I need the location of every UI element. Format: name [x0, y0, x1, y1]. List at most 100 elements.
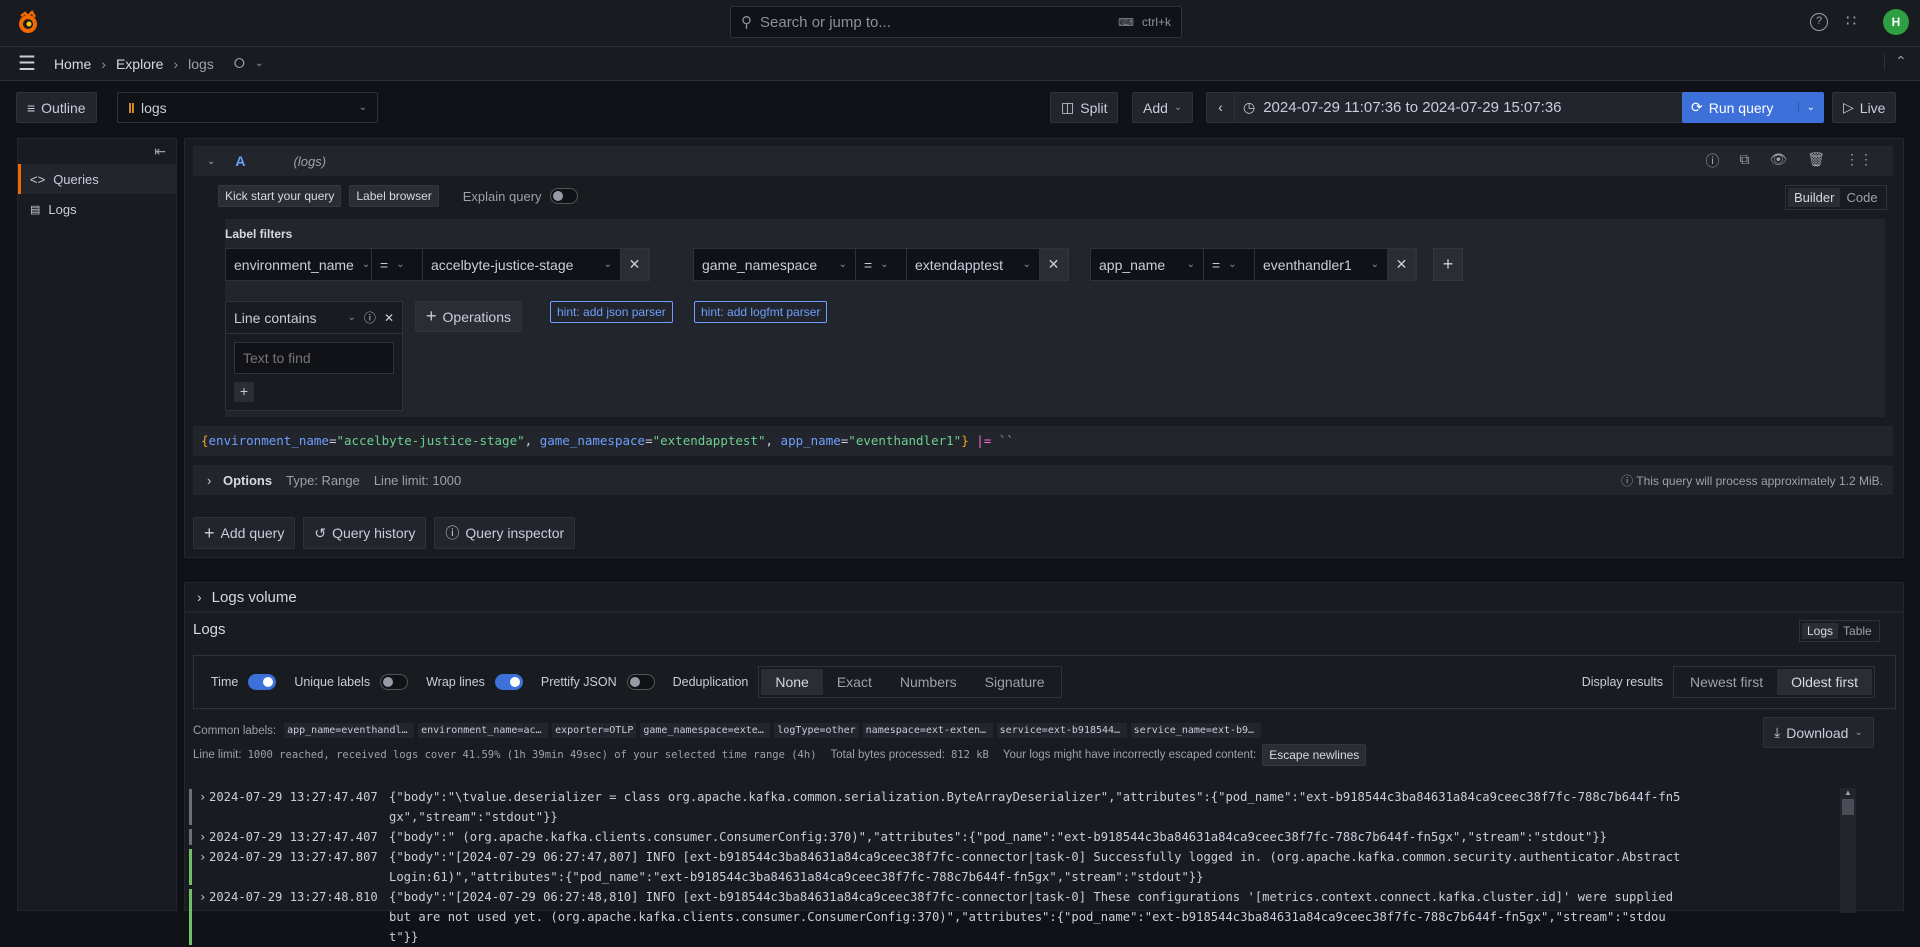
- add-button[interactable]: Add ⌄: [1132, 92, 1194, 123]
- label-chip: environment_name=accelbyte-just…: [418, 723, 549, 738]
- live-button[interactable]: ▷ Live: [1832, 92, 1897, 123]
- info-icon: ⓘ: [445, 525, 460, 541]
- search-input[interactable]: ⚲ Search or jump to... ⌨ ctrl+k: [730, 6, 1182, 38]
- label-chip: exporter=OTLP: [552, 723, 637, 738]
- drag-handle-icon[interactable]: ⋮⋮: [1845, 151, 1873, 171]
- remove-filter-button[interactable]: ✕: [1388, 249, 1416, 280]
- explain-query-toggle[interactable]: [549, 188, 578, 204]
- add-query-button[interactable]: + Add query: [193, 517, 296, 549]
- label-select[interactable]: environment_name ⌄: [226, 249, 372, 280]
- query-editor-panel: ⌄ A (logs) ⓘ ⧉ 👁︎ 🗑︎ ⋮⋮ Kick start your …: [184, 138, 1904, 558]
- wrap-lines-toggle[interactable]: [494, 674, 523, 690]
- dedup-none[interactable]: None: [761, 669, 823, 695]
- info-icon[interactable]: ⓘ: [364, 309, 376, 326]
- download-button[interactable]: ⤓ Download ⌄: [1763, 717, 1874, 748]
- collapse-icon[interactable]: ⌄: [207, 156, 215, 167]
- escape-newlines-button[interactable]: Escape newlines: [1262, 744, 1367, 766]
- logs-volume-toggle[interactable]: › Logs volume: [185, 583, 1903, 613]
- dedup-exact[interactable]: Exact: [823, 669, 886, 695]
- newest-first[interactable]: Newest first: [1676, 669, 1777, 695]
- query-history-button[interactable]: ↺ Query history: [303, 517, 427, 549]
- tab-table[interactable]: Table: [1838, 623, 1877, 639]
- query-inspector-button[interactable]: ⓘ Query inspector: [434, 517, 576, 549]
- add-filter-button[interactable]: +: [1433, 248, 1463, 281]
- eye-icon[interactable]: 👁︎: [1769, 151, 1787, 171]
- time-back-button[interactable]: ‹: [1207, 92, 1235, 123]
- duplicate-icon[interactable]: ⧉: [1739, 151, 1749, 171]
- chevron-right-icon: ›: [101, 55, 106, 72]
- kick-start-button[interactable]: Kick start your query: [218, 185, 342, 207]
- query-letter[interactable]: A: [235, 153, 245, 169]
- chevron-down-icon[interactable]: ⌄: [255, 58, 263, 69]
- log-message: {"body":"[2024-07-29 06:27:48,810] INFO …: [389, 890, 1674, 944]
- trash-icon[interactable]: 🗑︎: [1807, 151, 1825, 171]
- label-select[interactable]: game_namespace ⌄: [694, 249, 856, 280]
- user-avatar[interactable]: H: [1883, 9, 1909, 35]
- remove-filter-button[interactable]: ✕: [621, 249, 649, 280]
- menu-icon[interactable]: ☰: [18, 51, 36, 76]
- breadcrumb-home[interactable]: Home: [54, 56, 91, 72]
- sidebar-item-logs[interactable]: ▤ Logs: [18, 194, 176, 224]
- collapse-header-icon[interactable]: ⌃: [1884, 53, 1907, 70]
- split-button[interactable]: ◫ Split: [1050, 92, 1119, 123]
- tab-logs[interactable]: Logs: [1802, 623, 1839, 639]
- text-to-find-input[interactable]: [234, 342, 394, 374]
- help-icon[interactable]: ?: [1810, 13, 1828, 31]
- dedup-signature[interactable]: Signature: [971, 669, 1059, 695]
- label-browser-button[interactable]: Label browser: [349, 185, 439, 207]
- operator-select[interactable]: = ⌄: [856, 249, 907, 280]
- play-icon: ▷: [1843, 99, 1854, 115]
- operator-select[interactable]: = ⌄: [372, 249, 423, 280]
- chevron-down-icon: ⌄: [880, 259, 889, 270]
- chevron-down-icon[interactable]: ⌄: [348, 312, 356, 323]
- close-icon[interactable]: ✕: [384, 311, 394, 325]
- sidebar-item-queries[interactable]: <> Queries: [18, 164, 176, 194]
- log-row[interactable]: 2024-07-29 13:27:47.807{"body":"[2024-07…: [185, 847, 1885, 887]
- label-select[interactable]: app_name ⌄: [1091, 249, 1204, 280]
- loki-icon: ‖: [128, 99, 135, 116]
- chevron-down-icon: ⌄: [1228, 259, 1237, 270]
- log-timestamp: 2024-07-29 13:27:48.810: [199, 887, 389, 947]
- chevron-down-icon[interactable]: ⌄: [1797, 102, 1815, 113]
- tab-builder[interactable]: Builder: [1788, 188, 1841, 207]
- add-value-button[interactable]: +: [234, 382, 254, 402]
- hint-json-parser[interactable]: hint: add json parser: [550, 301, 673, 323]
- rss-icon[interactable]: ∷: [1846, 11, 1856, 31]
- operator-select[interactable]: = ⌄: [1204, 249, 1255, 280]
- code-icon: <>: [30, 171, 46, 187]
- log-row[interactable]: 2024-07-29 13:27:47.407{"body":" (org.ap…: [185, 827, 1885, 847]
- query-options[interactable]: › Options Type: Range Line limit: 1000 ⓘ…: [193, 465, 1893, 495]
- tab-code[interactable]: Code: [1840, 188, 1883, 207]
- collapse-outline-icon[interactable]: ⇤: [18, 139, 176, 164]
- time-toggle[interactable]: [248, 674, 277, 690]
- oldest-first[interactable]: Oldest first: [1777, 669, 1872, 695]
- editor-mode-switch: Builder Code: [1785, 185, 1887, 210]
- chevron-right-icon: ›: [207, 472, 212, 488]
- run-query-button[interactable]: ⟳ Run query ⌄: [1682, 92, 1824, 123]
- clock-icon: ◷: [1243, 99, 1256, 115]
- value-select[interactable]: extendapptest ⌄: [907, 249, 1040, 280]
- outline-button[interactable]: ≡ Outline: [16, 92, 97, 123]
- share-icon[interactable]: ⭘: [234, 55, 245, 72]
- log-message: {"body":"[2024-07-29 06:27:47,807] INFO …: [389, 850, 1681, 884]
- breadcrumb-explore[interactable]: Explore: [116, 56, 163, 72]
- datasource-picker[interactable]: ‖ logs ⌄: [117, 92, 378, 123]
- operations-button[interactable]: + Operations: [415, 301, 522, 332]
- hint-logfmt-parser[interactable]: hint: add logfmt parser: [694, 301, 828, 323]
- help-icon[interactable]: ⓘ: [1705, 151, 1719, 171]
- prettify-json-toggle[interactable]: [626, 674, 655, 690]
- plus-icon: +: [204, 522, 215, 543]
- log-row[interactable]: 2024-07-29 13:27:47.407{"body":"\tvalue.…: [185, 787, 1885, 827]
- unique-labels-toggle[interactable]: [380, 674, 409, 690]
- grafana-logo[interactable]: [16, 9, 40, 36]
- value-select[interactable]: eventhandler1 ⌄: [1255, 249, 1388, 280]
- remove-filter-button[interactable]: ✕: [1040, 249, 1068, 280]
- dedup-numbers[interactable]: Numbers: [886, 669, 971, 695]
- content-outline: ⇤ <> Queries ▤ Logs: [17, 138, 177, 911]
- log-row[interactable]: 2024-07-29 13:27:48.810{"body":"[2024-07…: [185, 887, 1885, 947]
- value-select[interactable]: accelbyte-justice-stage ⌄: [423, 249, 621, 280]
- outline-icon: ≡: [27, 99, 36, 116]
- log-timestamp: 2024-07-29 13:27:47.807: [199, 847, 389, 887]
- log-scrollbar[interactable]: ▲: [1840, 788, 1856, 913]
- label-filter: game_namespace ⌄ = ⌄ extendapptest ⌄ ✕: [693, 248, 1069, 281]
